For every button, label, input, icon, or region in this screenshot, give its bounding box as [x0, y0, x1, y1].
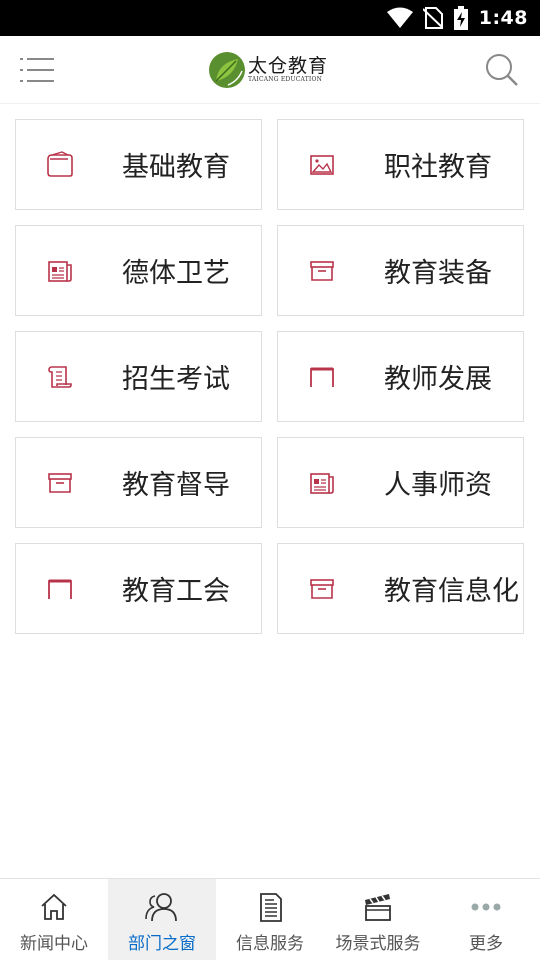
frame-icon	[310, 367, 334, 387]
status-bar: 1:48	[0, 0, 540, 36]
archive-box-icon	[48, 473, 72, 493]
nav-label: 新闻中心	[20, 934, 88, 954]
tile-moral-sports-health-arts[interactable]: 德体卫艺	[15, 225, 262, 316]
tile-basic-education[interactable]: 基础教育	[15, 119, 262, 210]
tile-label: 人事师资	[384, 470, 492, 501]
no-sim-icon	[422, 7, 443, 29]
status-icons: 1:48	[386, 0, 528, 36]
nav-label: 更多	[469, 934, 503, 954]
users-icon	[145, 893, 177, 922]
newspaper-icon	[48, 261, 72, 282]
tile-label: 基础教育	[122, 152, 230, 183]
tile-enrollment-exams[interactable]: 招生考试	[15, 331, 262, 422]
logo: 太仓教育 TAICANG EDUCATION	[208, 50, 328, 90]
app-header: 太仓教育 TAICANG EDUCATION	[0, 36, 540, 104]
tile-label: 职社教育	[384, 152, 492, 183]
tile-education-union[interactable]: 教育工会	[15, 543, 262, 634]
tile-education-informatization[interactable]: 教育信息化	[277, 543, 524, 634]
image-icon	[310, 155, 334, 175]
leaf-logo-icon	[209, 52, 245, 88]
clapperboard-icon	[365, 894, 391, 921]
wallet-icon	[47, 151, 73, 177]
more-dots-icon	[471, 903, 501, 911]
tile-vocational-education[interactable]: 职社教育	[277, 119, 524, 210]
tile-label: 教育督导	[122, 470, 230, 501]
newspaper-icon	[310, 473, 334, 494]
tile-education-equipment[interactable]: 教育装备	[277, 225, 524, 316]
archive-box-icon	[310, 579, 334, 599]
logo-title: 太仓教育	[248, 55, 329, 77]
status-time: 1:48	[478, 7, 528, 29]
nav-news-center[interactable]: 新闻中心	[0, 879, 108, 960]
search-button[interactable]	[484, 52, 520, 88]
tile-label: 教育信息化	[384, 576, 519, 607]
frame-icon	[48, 579, 72, 599]
scroll-icon	[48, 366, 72, 388]
home-icon	[41, 893, 67, 920]
menu-button[interactable]	[20, 56, 56, 84]
tile-label: 教师发展	[384, 364, 492, 395]
bottom-navigation: 新闻中心 部门之窗 信息服务 场景式服务 更多	[0, 878, 540, 960]
tile-personnel-teachers[interactable]: 人事师资	[277, 437, 524, 528]
logo-subtitle: TAICANG EDUCATION	[248, 76, 323, 83]
nav-label: 部门之窗	[128, 934, 196, 954]
tile-label: 教育装备	[384, 258, 492, 289]
nav-more[interactable]: 更多	[432, 879, 540, 960]
menu-icon	[20, 58, 54, 82]
search-icon	[486, 54, 518, 86]
wifi-icon	[386, 7, 413, 28]
nav-department-window[interactable]: 部门之窗	[108, 879, 216, 960]
tile-label: 招生考试	[122, 364, 230, 395]
tile-label: 教育工会	[122, 576, 230, 607]
battery-charging-icon	[453, 6, 468, 30]
tile-education-supervision[interactable]: 教育督导	[15, 437, 262, 528]
nav-label: 场景式服务	[335, 934, 421, 954]
nav-scenario-services[interactable]: 场景式服务	[324, 879, 432, 960]
nav-information-services[interactable]: 信息服务	[216, 879, 324, 960]
document-icon	[260, 893, 282, 922]
tile-teacher-development[interactable]: 教师发展	[277, 331, 524, 422]
tile-label: 德体卫艺	[122, 258, 230, 289]
archive-box-icon	[310, 261, 334, 281]
nav-label: 信息服务	[236, 934, 304, 954]
